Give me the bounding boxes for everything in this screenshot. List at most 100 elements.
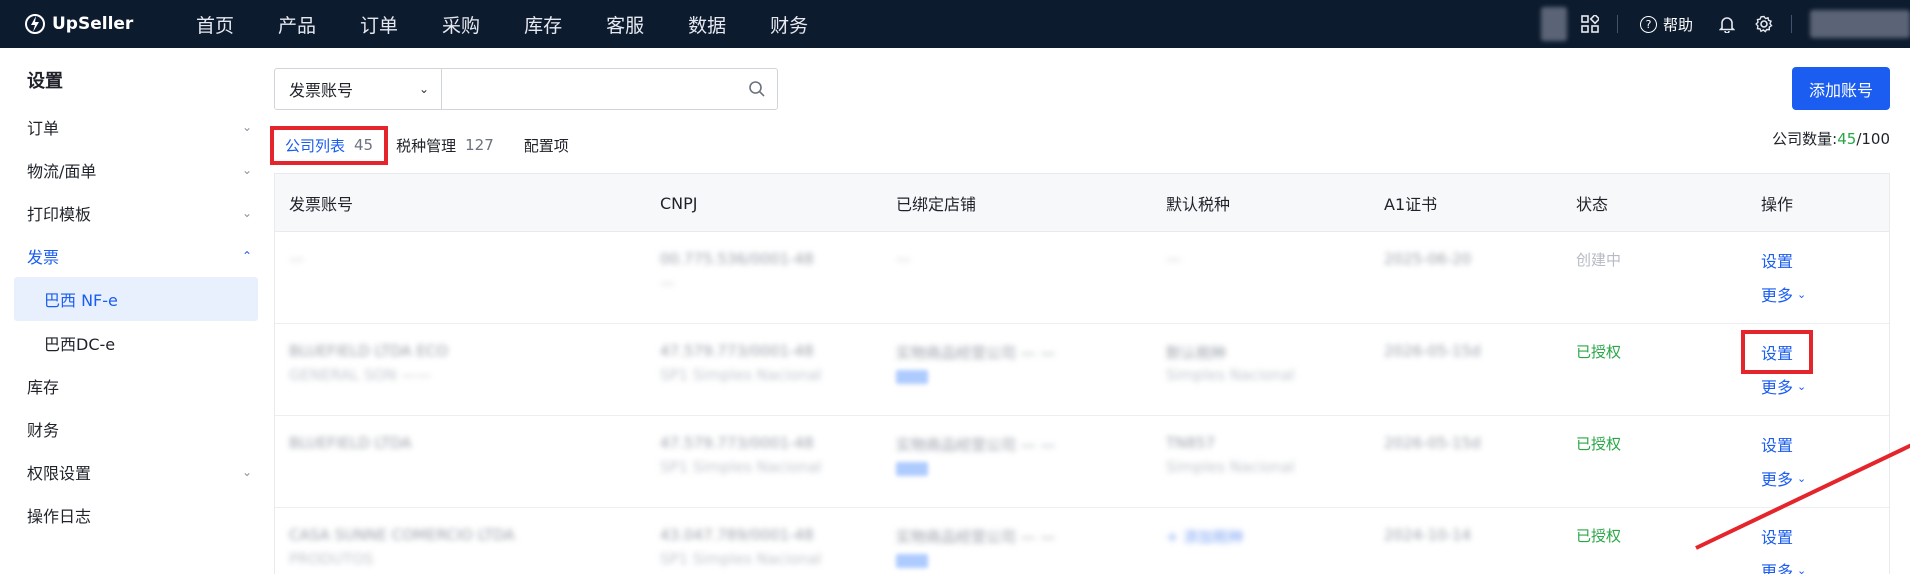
sidebar-subitem-brazil-nfe[interactable]: 巴西 NF-e [14, 277, 258, 321]
top-navigation-bar: UpSeller 首页 产品 订单 采购 库存 客服 数据 财务 ? 帮助 [0, 0, 1910, 48]
settings-link[interactable]: 设置 [1761, 524, 1793, 548]
nav-item-purchasing[interactable]: 采购 [442, 11, 480, 38]
table-row: CASA SUNNE COMERCIO LTDA PRODUTOS 43.047… [275, 508, 1889, 574]
chevron-down-icon: ⌄ [1797, 379, 1807, 393]
nav-item-data[interactable]: 数据 [688, 11, 726, 38]
more-label: 更多 [1761, 470, 1794, 489]
column-header-actions: 操作 [1761, 195, 1794, 214]
bell-icon[interactable] [1719, 15, 1735, 33]
main-content: 发票账号 ⌄ 添加账号 公司列表 45 税种管理 127 配置项 公司数量:45… [270, 48, 1910, 574]
upseller-logo[interactable]: UpSeller [24, 13, 174, 35]
column-header-status: 状态 [1576, 195, 1609, 214]
sidebar-item-label: 库存 [27, 378, 60, 397]
blurred-tax-cell: + 添加税种 [1166, 528, 1244, 546]
blurred-cnpj-sub: SP1 Simples Nacional [660, 366, 822, 384]
chevron-down-icon: ⌄ [1797, 563, 1807, 574]
topbar-divider [1616, 15, 1618, 33]
tab-count: 127 [465, 136, 494, 154]
status-badge: 已授权 [1576, 527, 1622, 545]
nav-item-products[interactable]: 产品 [278, 11, 316, 38]
blurred-shop-tag [896, 554, 928, 572]
sidebar-item-label: 订单 [27, 119, 60, 138]
nav-item-inventory[interactable]: 库存 [524, 11, 562, 38]
search-field-select[interactable]: 发票账号 ⌄ [275, 69, 442, 109]
column-header-invoice-account: 发票账号 [289, 195, 354, 214]
blurred-cnpj-cell: 47.579.773/0001-48 [660, 342, 814, 360]
blurred-shop-cell: — [896, 250, 911, 268]
blurred-cert-cell: 2024-10-14 [1384, 526, 1472, 544]
nav-item-home[interactable]: 首页 [196, 11, 234, 38]
main-nav: 首页 产品 订单 采购 库存 客服 数据 财务 [174, 0, 852, 48]
settings-link[interactable]: 设置 [1761, 432, 1793, 456]
sidebar-item-label: 财务 [27, 421, 60, 440]
chevron-down-icon: ⌄ [241, 465, 252, 479]
nav-item-customer-service[interactable]: 客服 [606, 11, 644, 38]
blurred-shop-cell: 实物商品经营公司 — — [896, 528, 1056, 546]
settings-link-highlighted[interactable]: 设置 [1741, 330, 1813, 374]
sidebar-title: 设置 [27, 71, 63, 92]
topbar-right-group: ? 帮助 [1540, 0, 1910, 48]
status-badge: 创建中 [1576, 251, 1622, 269]
table-header: 发票账号 CNPJ 已绑定店铺 默认税种 A1证书 状态 操作 [275, 174, 1889, 232]
app-name: UpSeller [52, 14, 134, 34]
blurred-account-cell: BLUEFIELD LTDA ECO [289, 342, 449, 360]
sidebar-item-finance[interactable]: 财务 [27, 418, 252, 440]
blurred-account-sub: GENERAL SON —— [289, 366, 432, 384]
nav-item-orders[interactable]: 订单 [360, 11, 398, 38]
tab-configuration[interactable]: 配置项 [524, 135, 569, 156]
sidebar-item-invoice[interactable]: 发票 ⌃ [27, 245, 252, 267]
help-icon: ? [1639, 15, 1657, 33]
search-input[interactable] [442, 69, 737, 109]
blurred-account-cell: BLUEFIELD LTDA [289, 434, 412, 452]
gear-icon[interactable] [1755, 15, 1773, 33]
company-count-total: /100 [1856, 130, 1890, 148]
search-icon[interactable] [737, 69, 777, 109]
column-header-default-tax: 默认税种 [1166, 195, 1231, 214]
sidebar-item-orders[interactable]: 订单 ⌄ [27, 116, 252, 138]
blurred-account-sub: PRODUTOS [289, 550, 374, 568]
blurred-shop-cell: 实物商品经营公司 — — [896, 436, 1056, 454]
table-row: BLUEFIELD LTDA 47.579.773/0001-48 SP1 Si… [275, 416, 1889, 508]
more-dropdown[interactable]: 更多 ⌄ [1761, 282, 1806, 306]
more-dropdown[interactable]: 更多 ⌄ [1761, 558, 1806, 574]
chevron-down-icon: ⌄ [418, 82, 429, 96]
topbar-divider-2 [1791, 15, 1792, 33]
more-label: 更多 [1761, 286, 1794, 305]
blurred-tax-sub: Simples Nacional [1166, 366, 1295, 384]
more-label: 更多 [1761, 562, 1794, 574]
apps-grid-icon[interactable] [1581, 15, 1599, 33]
tab-label: 税种管理 [396, 136, 457, 155]
sidebar-item-inventory[interactable]: 库存 [27, 375, 252, 397]
blurred-user-menu[interactable] [1810, 10, 1910, 38]
blurred-tax-cell: 默认税种 [1166, 344, 1227, 362]
chevron-down-icon: ⌄ [1797, 287, 1807, 301]
settings-link[interactable]: 设置 [1761, 248, 1793, 272]
more-dropdown[interactable]: 更多 ⌄ [1761, 374, 1806, 398]
tab-company-list[interactable]: 公司列表 45 [270, 125, 389, 165]
blurred-shop-tag [896, 370, 928, 388]
blurred-cnpj-sub: SP1 Simples Nacional [660, 458, 822, 476]
nav-item-finance[interactable]: 财务 [770, 11, 808, 38]
sidebar-subitem-brazil-dce[interactable]: 巴西DC-e [14, 321, 258, 365]
help-button[interactable]: ? 帮助 [1639, 14, 1693, 35]
sidebar-item-print-templates[interactable]: 打印模板 ⌄ [27, 202, 252, 224]
chevron-down-icon: ⌄ [241, 120, 252, 134]
blurred-shop-avatar[interactable] [1540, 7, 1567, 41]
blurred-shop-cell: 实物商品经营公司 — — [896, 344, 1056, 362]
blurred-cert-cell: 2026-05-15d [1384, 434, 1481, 452]
sidebar-item-label: 发票 [27, 248, 60, 267]
blurred-cnpj-cell: 47.579.773/0001-48 [660, 434, 814, 452]
company-count: 公司数量:45/100 [1772, 128, 1890, 149]
upseller-logo-icon [25, 14, 45, 34]
search-bar: 发票账号 ⌄ [274, 68, 778, 110]
sidebar-item-permissions[interactable]: 权限设置 ⌄ [27, 461, 252, 483]
add-account-button[interactable]: 添加账号 [1792, 67, 1890, 110]
blurred-shop-tag [896, 462, 928, 480]
sidebar-item-operation-log[interactable]: 操作日志 [27, 504, 252, 526]
column-header-bound-shops: 已绑定店铺 [896, 195, 977, 214]
settings-sidebar: 设置 订单 ⌄ 物流/面单 ⌄ 打印模板 ⌄ 发票 ⌃ 巴西 NF-e 巴西DC… [0, 48, 274, 574]
sidebar-item-label: 物流/面单 [27, 162, 97, 181]
sidebar-item-logistics[interactable]: 物流/面单 ⌄ [27, 159, 252, 181]
more-dropdown[interactable]: 更多 ⌄ [1761, 466, 1806, 490]
tab-tax-management[interactable]: 税种管理 127 [396, 135, 494, 156]
